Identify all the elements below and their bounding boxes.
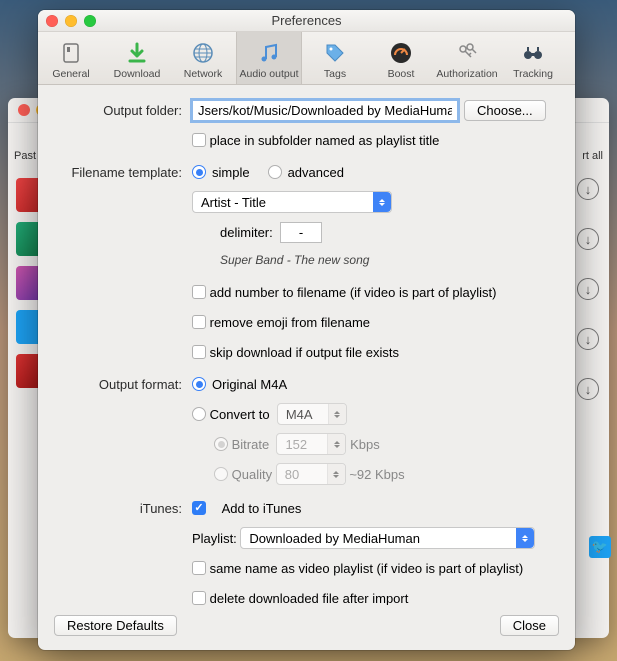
keys-icon <box>434 38 500 68</box>
advanced-radio[interactable] <box>268 165 282 179</box>
bg-paste-label: Past <box>14 150 36 162</box>
titlebar[interactable]: Preferences <box>38 10 575 32</box>
binoculars-icon <box>500 38 566 68</box>
download-icon: ↓ <box>577 378 599 400</box>
filename-template-label: Filename template: <box>38 165 192 180</box>
download-icon: ↓ <box>577 178 599 200</box>
delimiter-field[interactable] <box>280 222 322 243</box>
same-playlist-name-checkbox[interactable] <box>192 561 206 575</box>
convert-to-radio[interactable] <box>192 407 206 421</box>
tab-download[interactable]: Download <box>104 32 170 84</box>
chevron-updown-icon <box>373 192 391 212</box>
delimiter-label: delimiter: <box>220 225 273 240</box>
tab-network[interactable]: Network <box>170 32 236 84</box>
itunes-label: iTunes: <box>38 501 192 516</box>
convert-format-select[interactable]: M4A <box>277 403 347 425</box>
tab-tags[interactable]: Tags <box>302 32 368 84</box>
filename-pattern-select[interactable]: Artist - Title <box>192 191 392 213</box>
output-folder-label: Output folder: <box>38 103 192 118</box>
chevron-down-icon <box>327 434 345 454</box>
preferences-window: Preferences General Download Network Aud… <box>38 10 575 650</box>
output-folder-field[interactable] <box>192 100 458 121</box>
subfolder-label: place in subfolder named as playlist tit… <box>210 133 440 148</box>
add-to-itunes-checkbox[interactable] <box>192 501 206 515</box>
download-icon: ↓ <box>577 328 599 350</box>
switch-icon <box>38 38 104 68</box>
download-icon: ↓ <box>577 228 599 250</box>
remove-emoji-checkbox[interactable] <box>192 315 206 329</box>
bitrate-select[interactable]: 152 <box>276 433 346 455</box>
tab-tracking[interactable]: Tracking <box>500 32 566 84</box>
bg-close-icon <box>18 104 30 116</box>
preferences-toolbar: General Download Network Audio output Ta… <box>38 32 575 85</box>
bitrate-radio[interactable] <box>214 437 228 451</box>
quality-radio[interactable] <box>214 467 228 481</box>
original-format-radio[interactable] <box>192 377 206 391</box>
add-number-checkbox[interactable] <box>192 285 206 299</box>
choose-folder-button[interactable]: Choose... <box>464 100 546 121</box>
tab-authorization[interactable]: Authorization <box>434 32 500 84</box>
playlist-select[interactable]: Downloaded by MediaHuman <box>240 527 535 549</box>
download-icon: ↓ <box>577 278 599 300</box>
twitter-icon: 🐦 <box>589 536 611 558</box>
tab-boost[interactable]: Boost <box>368 32 434 84</box>
simple-radio[interactable] <box>192 165 206 179</box>
delete-after-import-checkbox[interactable] <box>192 591 206 605</box>
speedometer-icon <box>368 38 434 68</box>
subfolder-checkbox[interactable] <box>192 133 206 147</box>
chevron-updown-icon <box>516 528 534 548</box>
window-title: Preferences <box>38 13 575 28</box>
close-button[interactable]: Close <box>500 615 559 636</box>
output-format-label: Output format: <box>38 377 192 392</box>
chevron-down-icon <box>327 464 345 484</box>
content-area: Output folder: Choose... place in subfol… <box>38 85 575 605</box>
quality-select[interactable]: 80 <box>276 463 346 485</box>
playlist-label: Playlist: <box>192 531 237 546</box>
bg-startall-label: rt all <box>582 150 603 162</box>
tab-general[interactable]: General <box>38 32 104 84</box>
tab-audio-output[interactable]: Audio output <box>236 32 302 84</box>
music-note-icon <box>236 38 302 68</box>
filename-example: Super Band - The new song <box>220 253 369 267</box>
download-arrow-icon <box>104 38 170 68</box>
globe-icon <box>170 38 236 68</box>
tag-icon <box>302 38 368 68</box>
chevron-updown-icon <box>328 404 346 424</box>
restore-defaults-button[interactable]: Restore Defaults <box>54 615 177 636</box>
skip-existing-checkbox[interactable] <box>192 345 206 359</box>
footer: Restore Defaults Close <box>38 605 575 650</box>
